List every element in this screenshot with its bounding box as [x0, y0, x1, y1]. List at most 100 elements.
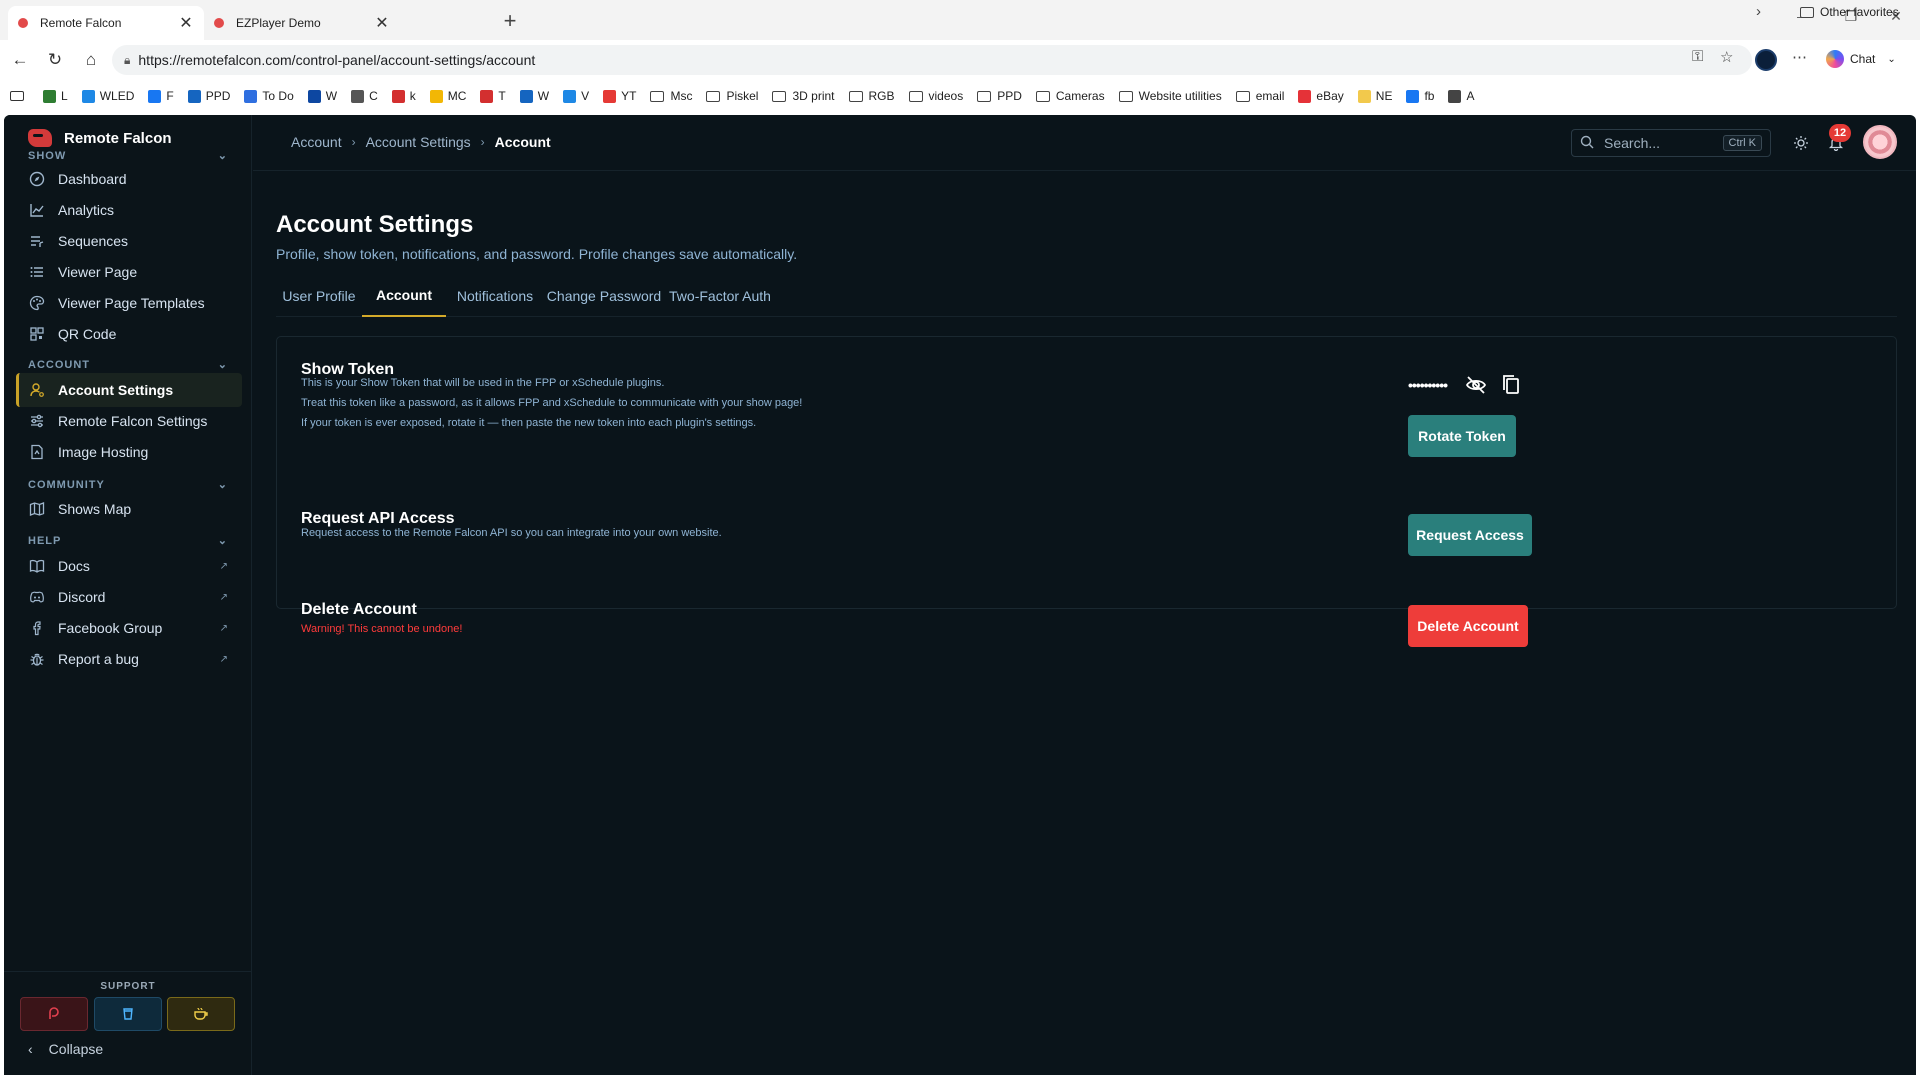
sidebar-item-shows-map[interactable]: Shows Map [16, 492, 242, 526]
c-icon [351, 89, 365, 103]
bookmark-item[interactable]: PPD [187, 89, 230, 103]
bookmark-item[interactable]: WLED [81, 89, 134, 103]
bookmark-item[interactable]: Cameras [1035, 89, 1105, 103]
bookmark-item[interactable]: RGB [848, 89, 895, 103]
close-tab-icon[interactable]: ✕ [374, 13, 390, 33]
tab-account[interactable]: Account [362, 275, 446, 317]
sidebar-item-label: Report a bug [58, 651, 139, 667]
sidebar-item-qr-code[interactable]: QR Code [16, 317, 242, 351]
donate-cup-support-button[interactable] [94, 997, 162, 1031]
bookmark-item[interactable]: To Do [244, 89, 294, 103]
bookmark-item[interactable]: W [519, 89, 549, 103]
section-show[interactable]: SHOW ⌄ [28, 149, 228, 163]
mc-icon [429, 89, 443, 103]
chevron-left-icon: ‹ [28, 1041, 33, 1057]
breadcrumb: Account › Account Settings › Account [291, 134, 551, 150]
bookmark-label: fb [1424, 89, 1435, 103]
favorite-star-icon[interactable]: ☆ [1720, 48, 1733, 66]
section-help[interactable]: HELP ⌄ [28, 534, 228, 548]
bookmark-item[interactable]: 3D print [772, 89, 835, 103]
sidebar-item-discord[interactable]: Discord ↗ [16, 580, 242, 614]
palette-icon [28, 294, 46, 312]
bookmark-item[interactable]: YT [603, 89, 636, 103]
collapse-sidebar-button[interactable]: ‹ Collapse [28, 1041, 103, 1057]
browser-tab-title: EZPlayer Demo [236, 16, 321, 30]
sidebar-item-remote-falcon-settings[interactable]: Remote Falcon Settings [16, 404, 242, 438]
bookmark-label: k [409, 89, 416, 103]
sidebar-item-label: Remote Falcon Settings [58, 413, 208, 429]
external-link-icon: ↗ [219, 622, 228, 634]
bookmark-label: To Do [262, 89, 294, 103]
section-account[interactable]: ACCOUNT ⌄ [28, 358, 228, 372]
bookmark-item[interactable]: fb [1406, 89, 1434, 103]
bookmark-label: F [166, 89, 174, 103]
patreon-support-button[interactable] [20, 997, 88, 1031]
other-favorites[interactable]: Other favorites [1800, 5, 1899, 19]
copy-icon[interactable] [1499, 373, 1523, 397]
sidebar-item-dashboard[interactable]: Dashboard [16, 162, 242, 196]
tab-user-profile[interactable]: User Profile [276, 275, 362, 317]
bookmark-item[interactable]: V [563, 89, 589, 103]
tab-two-factor-auth[interactable]: Two-Factor Auth [664, 275, 776, 317]
browser-tab-remote-falcon[interactable]: Remote Falcon ✕ [8, 6, 204, 40]
bookmark-item[interactable]: F [148, 89, 174, 103]
sidebar-item-report-a-bug[interactable]: Report a bug ↗ [16, 642, 242, 676]
sidebar-item-docs[interactable]: Docs ↗ [16, 549, 242, 583]
bookmark-item[interactable]: Website utilities [1118, 89, 1222, 103]
sidebar-item-account-settings[interactable]: Account Settings [16, 373, 242, 407]
bookmark-item[interactable]: A [1448, 89, 1474, 103]
bookmark-item[interactable]: eBay [1298, 89, 1344, 103]
sidebar-item-sequences[interactable]: Sequences [16, 224, 242, 258]
sidebar-item-viewer-page[interactable]: Viewer Page [16, 255, 242, 289]
url-field[interactable]: 🔒︎ https://remotefalcon.com/control-pane… [112, 45, 1752, 75]
close-tab-icon[interactable]: ✕ [178, 13, 194, 33]
breadcrumb-item[interactable]: Account Settings [366, 134, 471, 150]
bookmark-item[interactable]: MC [429, 89, 466, 103]
bookmark-reading-list[interactable] [10, 91, 29, 101]
bookmark-item[interactable]: k [391, 89, 416, 103]
eye-off-icon[interactable] [1464, 373, 1488, 397]
user-avatar[interactable] [1863, 125, 1897, 159]
sidebar-item-analytics[interactable]: Analytics [16, 193, 242, 227]
bookmark-item[interactable]: PPD [977, 89, 1022, 103]
breadcrumb-item[interactable]: Account [291, 134, 342, 150]
brand[interactable]: Remote Falcon [28, 129, 172, 147]
reload-icon[interactable]: ↻ [43, 48, 67, 72]
key-icon[interactable]: ⚿ [1692, 48, 1703, 65]
section-community[interactable]: COMMUNITY ⌄ [28, 478, 228, 492]
bookmark-label: Cameras [1055, 89, 1105, 103]
bookmarks-overflow-icon[interactable]: › [1756, 3, 1761, 20]
home-icon[interactable]: ⌂ [79, 48, 103, 72]
bookmark-item[interactable]: W [307, 89, 337, 103]
more-options-icon[interactable]: ⋯ [1792, 48, 1807, 66]
tab-notifications[interactable]: Notifications [446, 275, 544, 317]
bookmark-item[interactable]: NE [1357, 89, 1392, 103]
theme-toggle-sun-icon[interactable] [1789, 131, 1813, 155]
sidebar-item-facebook-group[interactable]: Facebook Group ↗ [16, 611, 242, 645]
request-access-button[interactable]: Request Access [1408, 514, 1532, 556]
new-tab-icon[interactable]: + [498, 8, 522, 34]
copilot-chat-button[interactable]: Chat ⌄ [1826, 50, 1896, 68]
back-icon[interactable]: ← [8, 48, 32, 72]
bookmark-label: RGB [868, 89, 895, 103]
search-input[interactable]: Search... Ctrl K [1571, 129, 1771, 157]
tab-change-password[interactable]: Change Password [544, 275, 664, 317]
bookmark-item[interactable]: Piskel [706, 89, 758, 103]
bookmark-item[interactable]: videos [908, 89, 963, 103]
sidebar-item-image-hosting[interactable]: Image Hosting [16, 435, 242, 469]
account-settings-card: Show Token This is your Show Token that … [276, 336, 1897, 647]
bookmark-item[interactable]: L [43, 89, 68, 103]
rotate-token-button[interactable]: Rotate Token [1408, 415, 1516, 457]
sidebar-item-label: Shows Map [58, 501, 132, 517]
ne-icon [1357, 89, 1371, 103]
top-bar: Account › Account Settings › Account Sea… [253, 115, 1916, 171]
buy-me-a-coffee-support-button[interactable] [167, 997, 235, 1031]
bookmark-item[interactable]: Msc [650, 89, 692, 103]
bookmark-item[interactable]: C [351, 89, 378, 103]
profile-icon[interactable] [1755, 49, 1777, 71]
bookmark-item[interactable]: T [480, 89, 506, 103]
delete-account-button[interactable]: Delete Account [1408, 605, 1528, 647]
browser-tab-ezplayer[interactable]: EZPlayer Demo ✕ [204, 6, 400, 40]
bookmark-item[interactable]: email [1235, 89, 1284, 103]
sidebar-item-viewer-page-templates[interactable]: Viewer Page Templates [16, 286, 242, 320]
